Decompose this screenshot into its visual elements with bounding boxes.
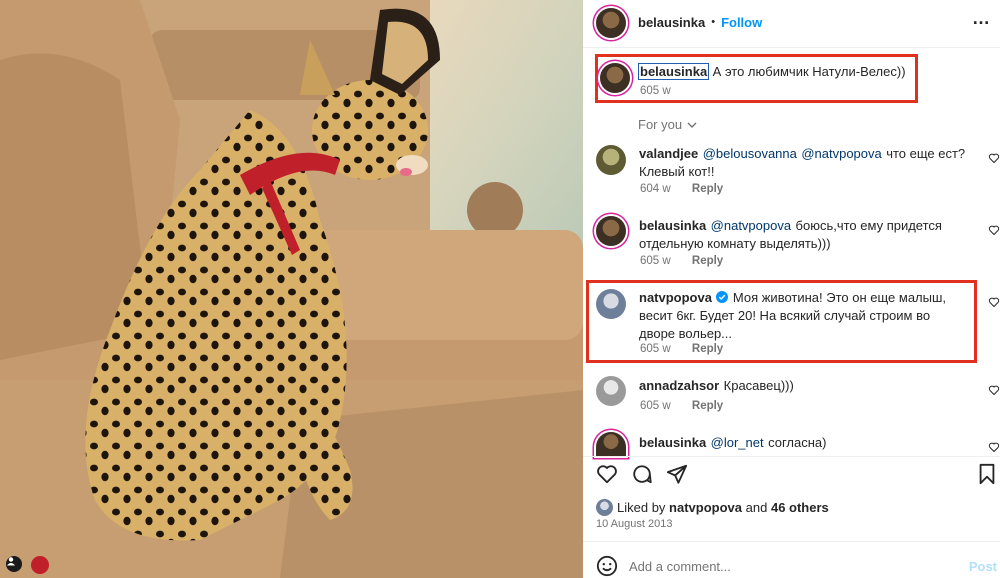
serval-photo-illustration (0, 0, 583, 578)
comment-username[interactable]: belausinka (639, 435, 706, 450)
add-comment-divider (583, 541, 1000, 542)
comment-like-icon[interactable] (988, 152, 1000, 164)
comment-username[interactable]: annadzahsor (639, 378, 719, 393)
comment-like-icon[interactable] (988, 384, 1000, 396)
caption-username[interactable]: belausinka (637, 63, 710, 80)
comment-bubble-icon[interactable] (631, 463, 653, 485)
comment-like-icon[interactable] (988, 224, 1000, 236)
liked-by-others[interactable]: 46 others (771, 500, 829, 515)
comment-like-icon[interactable] (988, 296, 1000, 308)
post-side-panel: belausinka • Follow … belausinka А это л… (583, 0, 1000, 578)
liked-by-prefix: Liked by (617, 500, 666, 515)
comment-avatar[interactable] (596, 216, 626, 246)
comment-time: 605 w (640, 255, 671, 267)
comment-filter-dropdown[interactable]: For you (638, 117, 697, 133)
comment-like-icon[interactable] (988, 441, 1000, 453)
liked-by-line: Liked by natvpopova and 46 others (617, 500, 829, 515)
liked-by-and: and (745, 500, 768, 515)
comment-username[interactable]: belausinka (639, 218, 706, 233)
follow-button[interactable]: Follow (721, 15, 762, 30)
comment-item: annadzahsor Красавец))) (639, 377, 969, 395)
caption-avatar[interactable] (600, 63, 630, 93)
add-comment-input[interactable] (629, 556, 929, 576)
like-heart-icon[interactable] (596, 463, 618, 485)
save-bookmark-icon[interactable] (977, 463, 997, 485)
liked-by-user[interactable]: natvpopova (669, 500, 742, 515)
comment-item: belausinka @lor_net согласна) (639, 434, 969, 452)
comment-item: natvpopova Моя животина! Это он еще малы… (639, 289, 969, 343)
more-options-icon[interactable]: … (972, 8, 990, 29)
header-divider (583, 47, 1000, 48)
comment-avatar[interactable] (596, 432, 626, 456)
comment-username[interactable]: valandjee (639, 146, 698, 161)
share-send-icon[interactable] (666, 463, 688, 485)
comment-text: Красавец))) (723, 378, 794, 393)
comment-time: 605 w (640, 343, 671, 355)
comment-mention[interactable]: @natvpopova (801, 146, 881, 161)
post-date[interactable]: 10 August 2013 (596, 518, 672, 530)
comment-item: belausinka @natvpopova боюсь,что ему при… (639, 217, 969, 253)
comment-avatar[interactable] (596, 145, 626, 175)
chevron-down-icon (687, 122, 697, 128)
comment-avatar[interactable] (596, 289, 626, 319)
header-username[interactable]: belausinka (638, 15, 705, 30)
comment-avatar[interactable] (596, 376, 626, 406)
liked-by-avatar[interactable] (596, 499, 613, 516)
emoji-smiley-icon[interactable] (596, 555, 618, 577)
comment-filter-label: For you (638, 117, 683, 132)
tagged-user-icon[interactable] (6, 556, 22, 572)
verified-badge-icon (716, 291, 729, 303)
post-comment-button[interactable]: Post (969, 559, 997, 574)
comment-time: 605 w (640, 400, 671, 412)
reply-button[interactable]: Reply (692, 400, 723, 412)
comment-mention[interactable]: @belousovanna (703, 146, 797, 161)
reply-button[interactable]: Reply (692, 183, 723, 195)
caption-text: А это любимчик Натули-Велес)) (712, 64, 906, 79)
comment-time: 604 w (640, 183, 671, 195)
reply-button[interactable]: Reply (692, 343, 723, 355)
post-photo[interactable] (0, 0, 583, 578)
caption-time: 605 w (640, 85, 671, 97)
actions-divider (583, 456, 1000, 457)
header-avatar[interactable] (596, 8, 626, 38)
comment-text: согласна) (768, 435, 827, 450)
header-separator: • (711, 16, 716, 28)
comment-mention[interactable]: @lor_net (711, 435, 764, 450)
comment-item: valandjee @belousovanna @natvpopova что … (639, 145, 969, 181)
comment-username[interactable]: natvpopova (639, 290, 712, 305)
comment-mention[interactable]: @natvpopova (711, 218, 791, 233)
reply-button[interactable]: Reply (692, 255, 723, 267)
